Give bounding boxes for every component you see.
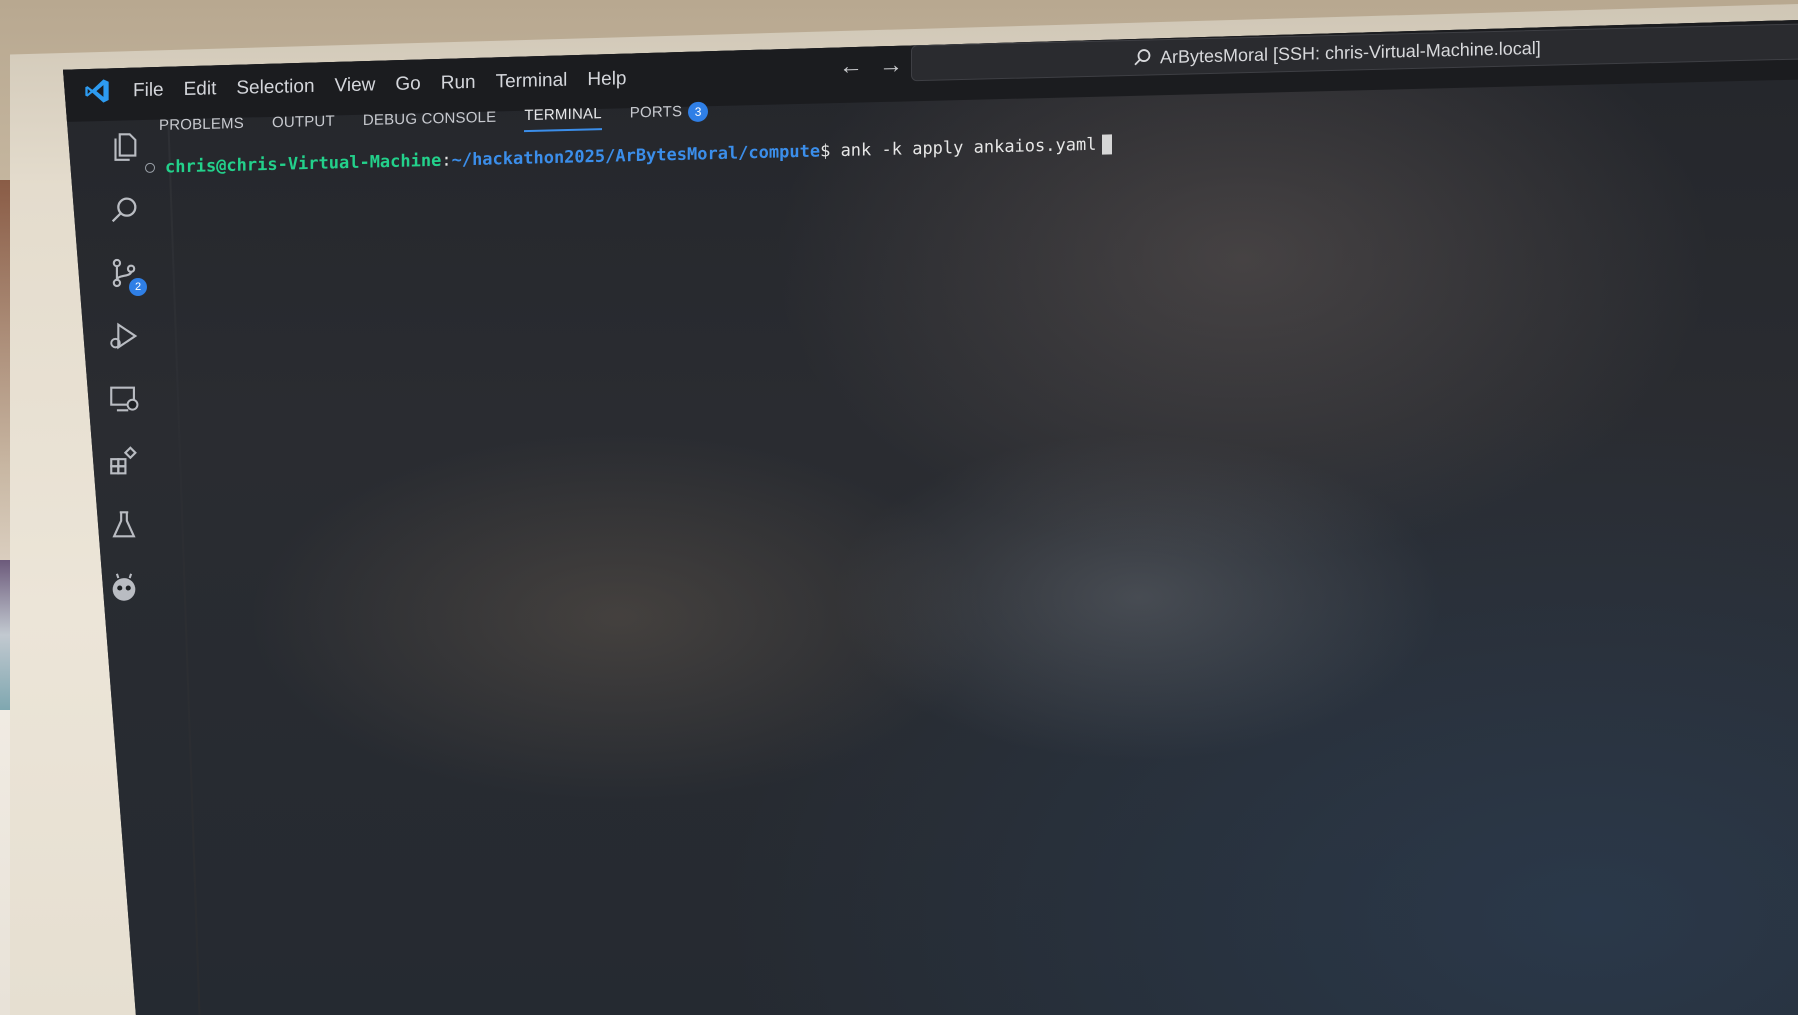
prompt-path: ~/hackathon2025/ArBytesMoral/compute xyxy=(451,141,821,171)
vscode-logo-icon xyxy=(85,79,109,103)
prompt-user-host: chris@chris-Virtual-Machine xyxy=(165,150,442,178)
source-control-badge: 2 xyxy=(129,278,147,296)
monitor-screen: File Edit Selection View Go Run Terminal… xyxy=(63,20,1798,1015)
menu-terminal[interactable]: Terminal xyxy=(486,69,578,93)
explorer-icon[interactable] xyxy=(107,130,141,164)
run-debug-icon[interactable] xyxy=(107,319,141,353)
menu-view[interactable]: View xyxy=(325,74,386,97)
tab-debug-console[interactable]: DEBUG CONSOLE xyxy=(363,108,496,134)
terminal-command: ank -k apply ankaios.yaml xyxy=(840,134,1097,162)
terminal-cursor xyxy=(1102,134,1113,155)
prompt-separator: : xyxy=(441,150,452,171)
navigation-arrows: ← → xyxy=(839,51,903,81)
tab-ports[interactable]: PORTS 3 xyxy=(629,101,709,130)
tab-terminal[interactable]: TERMINAL xyxy=(524,104,602,132)
search-label: ArBytesMoral [SSH: chris-Virtual-Machine… xyxy=(1160,37,1541,68)
tab-ports-label: PORTS xyxy=(629,103,683,122)
ports-count-badge: 3 xyxy=(688,101,709,123)
prompt-dollar: $ xyxy=(820,141,831,162)
testing-flask-icon[interactable] xyxy=(107,508,141,542)
menu-run[interactable]: Run xyxy=(431,72,486,95)
menu-go[interactable]: Go xyxy=(385,73,430,96)
tab-output[interactable]: OUTPUT xyxy=(272,112,335,137)
menu-file[interactable]: File xyxy=(123,79,174,102)
source-control-button[interactable]: 2 xyxy=(107,256,147,296)
forward-arrow-icon[interactable]: → xyxy=(879,51,903,80)
extensions-icon[interactable] xyxy=(107,445,141,479)
menu-edit[interactable]: Edit xyxy=(174,78,227,101)
sidebar-divider xyxy=(167,120,201,1015)
menu-bar: File Edit Selection View Go Run Terminal… xyxy=(123,68,637,103)
tab-problems[interactable]: PROBLEMS xyxy=(159,114,244,139)
back-arrow-icon[interactable]: ← xyxy=(839,52,863,81)
command-status-icon xyxy=(145,162,155,173)
search-icon xyxy=(1134,49,1151,66)
copilot-robot-icon[interactable] xyxy=(107,571,141,605)
terminal-prompt-line[interactable]: chris@chris-Virtual-Machine:~/hackathon2… xyxy=(145,134,1113,178)
menu-help[interactable]: Help xyxy=(577,68,636,91)
menu-selection[interactable]: Selection xyxy=(226,76,324,100)
search-sidebar-icon[interactable] xyxy=(107,193,141,227)
remote-explorer-icon[interactable] xyxy=(107,382,141,416)
